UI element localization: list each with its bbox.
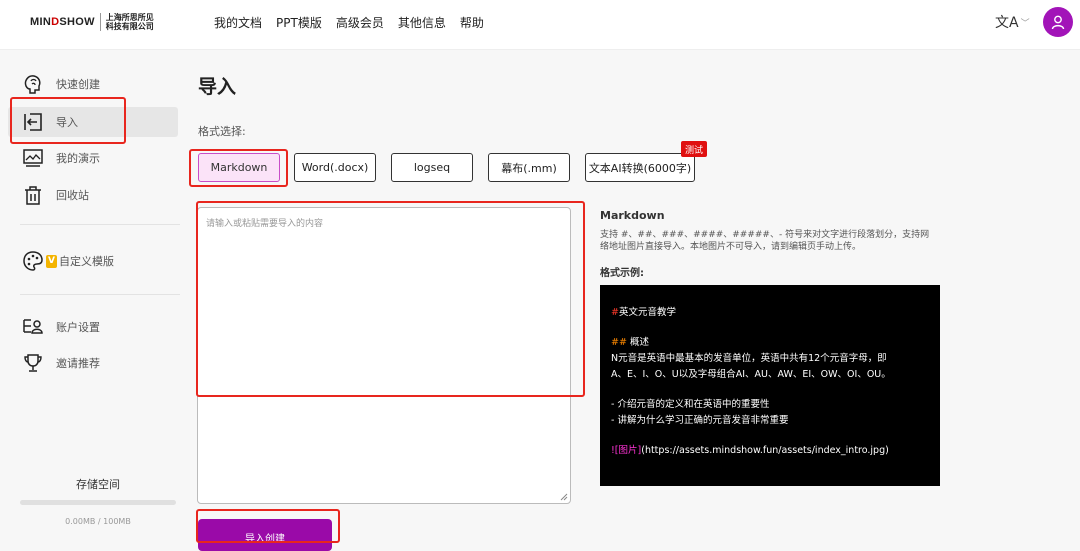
sidebar-item-trash[interactable]: 回收站	[8, 180, 178, 210]
storage-value: 0.00MB / 100MB	[65, 517, 131, 526]
sidebar-item-my-presentations[interactable]: 我的演示	[8, 143, 178, 173]
nav-ppt-templates[interactable]: PPT模版	[276, 14, 322, 31]
account-icon	[20, 316, 46, 338]
palette-icon	[20, 250, 46, 272]
trophy-icon	[20, 352, 46, 374]
example-list-1: - 介绍元音的定义和在英语中的重要性	[611, 399, 770, 410]
sidebar-item-label: 快速创建	[56, 78, 100, 91]
language-switcher[interactable]: 文A ﹀	[995, 12, 1030, 32]
resize-grip-icon[interactable]	[560, 493, 568, 501]
format-label: 格式选择:	[198, 125, 246, 138]
sidebar-divider	[20, 224, 180, 225]
nav-premium[interactable]: 高级会员	[336, 14, 384, 31]
top-header: MINDSHOW 上海所思所见 科技有限公司 我的文档 PPT模版 高级会员 其他…	[0, 0, 1080, 50]
sidebar-item-label: 邀请推荐	[56, 357, 100, 370]
sidebar: 快速创建 导入 我的演示 回收站 V 自定义模版 账户设置 邀请推荐 存储空间 …	[0, 51, 190, 551]
format-word-button[interactable]: Word(.docx)	[294, 153, 376, 182]
sidebar-item-label: 自定义模版	[58, 255, 114, 268]
brain-icon	[20, 73, 46, 95]
example-para-1: N元音是英语中最基本的发音单位，英语中共有12个元音字母，即	[611, 353, 887, 364]
import-icon	[20, 111, 46, 133]
page-title: 导入	[198, 76, 237, 98]
user-icon	[1051, 15, 1065, 30]
import-create-button[interactable]: 导入创建	[198, 519, 332, 551]
test-badge: 测试	[681, 141, 707, 157]
format-logseq-button[interactable]: logseq	[391, 153, 473, 182]
content-input-wrapper	[197, 207, 571, 504]
presentation-icon	[20, 147, 46, 169]
format-markdown-button[interactable]: Markdown	[198, 153, 280, 182]
sidebar-item-custom-template[interactable]: V 自定义模版	[8, 246, 178, 276]
trash-icon	[20, 184, 46, 206]
example-label: 格式示例:	[600, 268, 644, 279]
example-list-2: - 讲解为什么学习正确的元音发音非常重要	[611, 415, 789, 426]
sidebar-item-label: 我的演示	[56, 152, 100, 165]
logo[interactable]: MINDSHOW 上海所思所见 科技有限公司	[30, 13, 154, 31]
example-h2: ## 概述	[611, 337, 649, 348]
nav-my-docs[interactable]: 我的文档	[214, 14, 262, 31]
sidebar-item-account-settings[interactable]: 账户设置	[8, 312, 178, 342]
sidebar-divider	[20, 294, 180, 295]
logo-company: 上海所思所见 科技有限公司	[105, 13, 154, 31]
sidebar-item-label: 导入	[56, 116, 78, 129]
format-mubu-button[interactable]: 幕布(.mm)	[488, 153, 570, 182]
main-nav: 我的文档 PPT模版 高级会员 其他信息 帮助	[214, 14, 484, 31]
logo-divider	[99, 13, 101, 31]
sidebar-item-invite[interactable]: 邀请推荐	[8, 348, 178, 378]
storage-progress-bar	[20, 500, 176, 505]
avatar[interactable]	[1043, 7, 1073, 37]
format-info-description: 支持 #、##、###、####、#####、- 符号来对文字进行段落划分，支持…	[600, 230, 930, 252]
example-para-2: A、E、I、O、U以及字母组合AI、AU、AW、EI、OW、OI、OU。	[611, 369, 891, 380]
content-input[interactable]	[198, 208, 570, 503]
example-image: ![图片](https://assets.mindshow.fun/assets…	[611, 445, 889, 456]
sidebar-item-label: 回收站	[56, 189, 89, 202]
logo-wordmark: MINDSHOW	[30, 16, 95, 28]
nav-help[interactable]: 帮助	[460, 14, 484, 31]
translate-icon: 文A	[995, 15, 1019, 31]
nav-other-info[interactable]: 其他信息	[398, 14, 446, 31]
vip-badge: V	[46, 254, 57, 268]
format-info-title: Markdown	[600, 209, 665, 222]
sidebar-item-import[interactable]: 导入	[8, 107, 178, 137]
format-example-box: #英文元音教学 ## 概述 N元音是英语中最基本的发音单位，英语中共有12个元音…	[600, 285, 940, 486]
example-h1: #英文元音教学	[611, 307, 676, 318]
storage-label: 存储空间	[76, 478, 120, 491]
chevron-down-icon: ﹀	[1020, 18, 1030, 29]
sidebar-item-label: 账户设置	[56, 321, 100, 334]
sidebar-item-quick-create[interactable]: 快速创建	[8, 69, 178, 99]
format-ai-text-button[interactable]: 文本AI转换(6000字)	[585, 153, 695, 182]
